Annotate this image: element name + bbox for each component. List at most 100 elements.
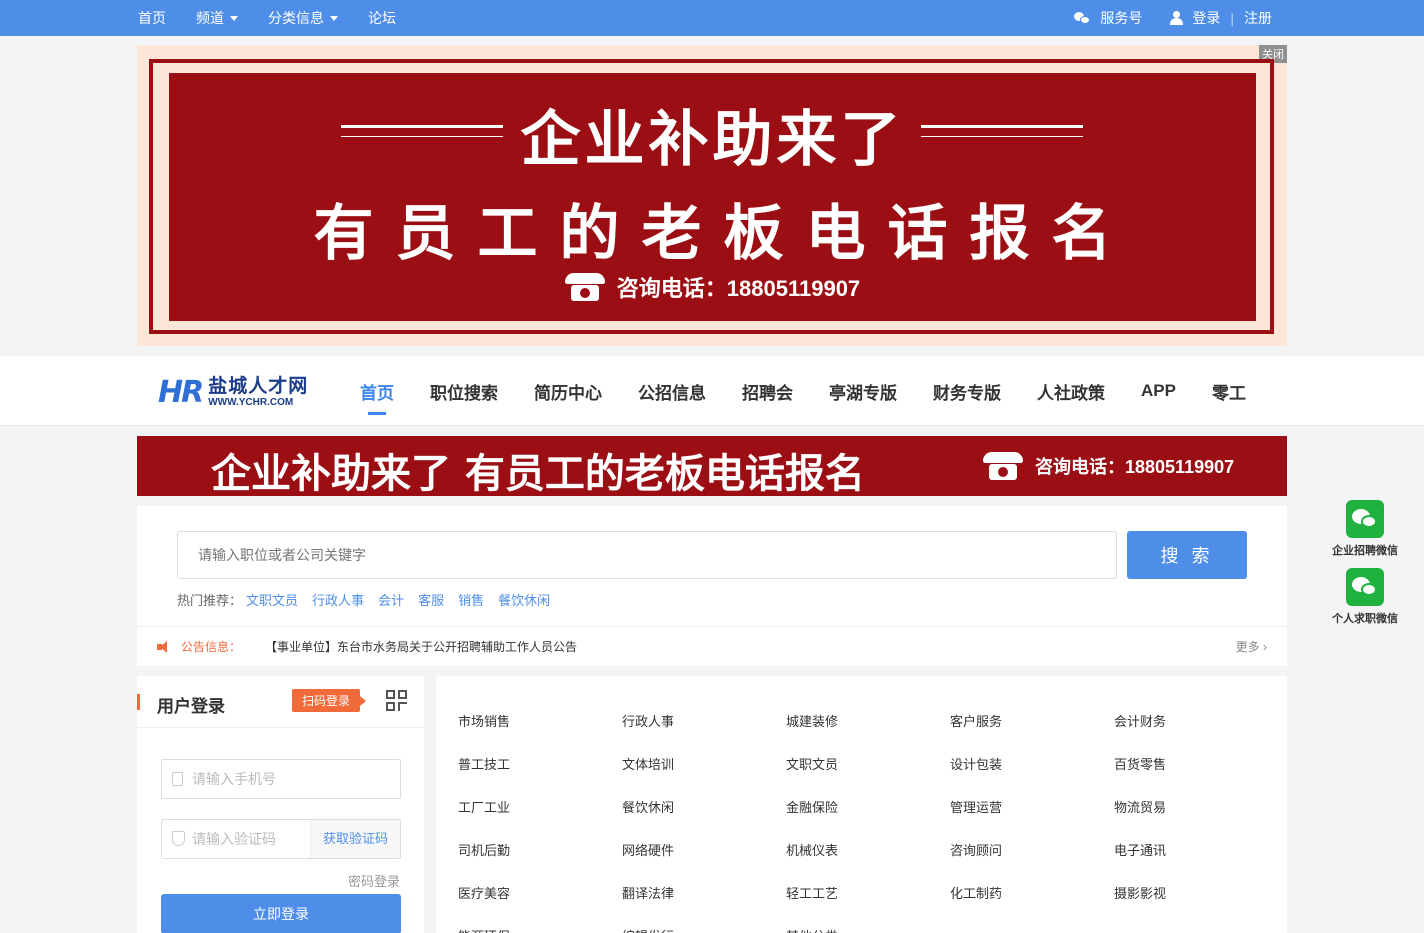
code-field[interactable]: 请输入验证码 获取验证码 <box>161 819 401 859</box>
register-link[interactable]: 注册 <box>1244 8 1272 28</box>
telephone-icon <box>564 273 605 301</box>
nav-finance[interactable]: 财务专版 <box>933 379 1001 404</box>
top-nav-classifieds-label: 分类信息 <box>268 10 324 26</box>
category-item[interactable]: 行政人事 <box>622 712 786 731</box>
job-categories: 市场销售 行政人事 城建装修 客户服务 会计财务普工技工 文体培训 文职文员 设计包装 百货零售… <box>436 676 1287 933</box>
category-item[interactable]: 机械仪表 <box>786 841 950 860</box>
category-item[interactable]: 管理运营 <box>950 798 1114 817</box>
hot-keyword[interactable]: 行政人事 <box>312 590 364 609</box>
login-panel: 用户登录 扫码登录 请输入手机号 请输入验证码 获取验证码 密码登录 立即登录 <box>137 676 424 933</box>
search-panel: 搜 索 热门推荐： 文职文员 行政人事 会计 客服 销售 餐饮休闲 公告信息： … <box>137 506 1287 666</box>
banner-phone: 咨询电话：18805119907 <box>169 271 1256 303</box>
qr-login-tag[interactable]: 扫码登录 <box>292 689 367 712</box>
notice-message[interactable]: 【事业单位】东台市水务局关于公开招聘辅助工作人员公告 <box>265 638 577 655</box>
hot-keyword[interactable]: 文职文员 <box>246 590 298 609</box>
category-item[interactable]: 咨询顾问 <box>950 841 1114 860</box>
top-nav-forum[interactable]: 论坛 <box>368 8 396 28</box>
logo-en: WWW.YCHR.COM <box>208 396 294 408</box>
banner-title: 企业补助来了 <box>520 105 905 175</box>
main-nav: HR 盐城人才网 WWW.YCHR.COM 首页 职位搜索 简历中心 公招信息 … <box>0 356 1424 426</box>
logo-cn: 盐城人才网 <box>208 375 309 397</box>
category-item[interactable]: 餐饮休闲 <box>622 798 786 817</box>
nav-job-search[interactable]: 职位搜索 <box>430 379 498 404</box>
category-item[interactable]: 市场销售 <box>458 712 622 731</box>
category-item[interactable]: 翻译法律 <box>622 884 786 903</box>
notice-label: 公告信息： <box>181 640 242 654</box>
telephone-icon <box>983 452 1023 480</box>
login-link[interactable]: 登录 <box>1192 8 1220 28</box>
phone-field[interactable]: 请输入手机号 <box>161 759 401 799</box>
promo-strip[interactable]: 企业补助来了 有员工的老板电话报名 咨询电话：18805119907 <box>137 436 1287 497</box>
site-logo[interactable]: HR 盐城人才网 WWW.YCHR.COM <box>158 374 308 410</box>
wechat-icon <box>1346 568 1384 606</box>
more-link[interactable]: 更多 › <box>1236 638 1267 655</box>
banner-inner: 企业补助来了 有员工的老板电话报名 咨询电话：18805119907 <box>169 73 1256 321</box>
floating-sidebar: 企业招聘微信 个人求职微信 <box>1330 500 1400 636</box>
top-bar: 首页 频道 分类信息 论坛 服务号 登录 | 注册 <box>0 0 1424 36</box>
personal-wechat[interactable]: 个人求职微信 <box>1330 568 1400 626</box>
logo-mark: HR <box>158 374 204 410</box>
top-nav: 首页 频道 分类信息 论坛 <box>138 0 396 36</box>
category-item[interactable]: 其他分类 <box>786 927 950 933</box>
category-item[interactable]: 文职文员 <box>786 755 950 774</box>
category-item[interactable]: 物流贸易 <box>1114 798 1278 817</box>
hot-keyword[interactable]: 餐饮休闲 <box>498 590 550 609</box>
top-nav-channel-label: 频道 <box>196 10 224 26</box>
hot-keyword[interactable]: 会计 <box>378 590 404 609</box>
nav-tinghu[interactable]: 亭湖专版 <box>829 379 897 404</box>
search-button[interactable]: 搜 索 <box>1127 531 1247 579</box>
nav-resume-center[interactable]: 简历中心 <box>534 379 602 404</box>
promo-banner[interactable]: 关闭 企业补助来了 有员工的老板电话报名 咨询电话：18805119907 <box>137 45 1287 346</box>
main-nav-items: 首页 职位搜索 简历中心 公招信息 招聘会 亭湖专版 财务专版 人社政策 APP… <box>360 356 1246 426</box>
category-item[interactable]: 设计包装 <box>950 755 1114 774</box>
qr-code-icon[interactable] <box>386 690 408 712</box>
logo-text: 盐城人才网 WWW.YCHR.COM <box>208 377 308 408</box>
nav-app[interactable]: APP <box>1141 381 1176 401</box>
category-item[interactable]: 医疗美容 <box>458 884 622 903</box>
company-wechat[interactable]: 企业招聘微信 <box>1330 500 1400 558</box>
top-nav-home[interactable]: 首页 <box>138 8 166 28</box>
chevron-down-icon <box>230 15 238 21</box>
hot-keyword[interactable]: 客服 <box>418 590 444 609</box>
chevron-down-icon <box>330 15 338 21</box>
nav-policy[interactable]: 人社政策 <box>1037 379 1105 404</box>
category-item[interactable]: 金融保险 <box>786 798 950 817</box>
category-item[interactable]: 摄影影视 <box>1114 884 1278 903</box>
get-code-button[interactable]: 获取验证码 <box>310 820 400 858</box>
mobile-phone-icon <box>172 772 183 786</box>
top-nav-channel[interactable]: 频道 <box>196 8 238 28</box>
hot-keyword[interactable]: 销售 <box>458 590 484 609</box>
category-item[interactable]: 司机后勤 <box>458 841 622 860</box>
personal-wechat-label: 个人求职微信 <box>1332 613 1398 625</box>
category-item[interactable]: 化工制药 <box>950 884 1114 903</box>
banner-subtitle: 有员工的老板电话报名 <box>313 199 1134 269</box>
nav-home[interactable]: 首页 <box>360 379 394 415</box>
service-account-link[interactable]: 服务号 <box>1100 8 1142 28</box>
category-item[interactable]: 电子通讯 <box>1114 841 1278 860</box>
top-nav-classifieds[interactable]: 分类信息 <box>268 8 338 28</box>
company-wechat-label: 企业招聘微信 <box>1332 545 1398 557</box>
category-item[interactable]: 文体培训 <box>622 755 786 774</box>
nav-gig[interactable]: 零工 <box>1212 379 1246 404</box>
category-item[interactable]: 工厂工业 <box>458 798 622 817</box>
category-item[interactable]: 网络硬件 <box>622 841 786 860</box>
category-item[interactable]: 城建装修 <box>786 712 950 731</box>
search-input[interactable] <box>177 531 1117 579</box>
category-item[interactable]: 会计财务 <box>1114 712 1278 731</box>
category-item[interactable]: 轻工工艺 <box>786 884 950 903</box>
nav-public-recruitment[interactable]: 公招信息 <box>638 379 706 404</box>
password-login-link[interactable]: 密码登录 <box>348 871 400 890</box>
speaker-icon <box>157 640 171 653</box>
login-button[interactable]: 立即登录 <box>161 894 401 933</box>
category-item[interactable]: 客户服务 <box>950 712 1114 731</box>
category-item[interactable]: 能源环保 <box>458 927 622 933</box>
category-grid: 市场销售 行政人事 城建装修 客户服务 会计财务普工技工 文体培训 文职文员 设计包装 百货零售… <box>458 712 1278 933</box>
nav-job-fair[interactable]: 招聘会 <box>742 379 793 404</box>
login-title: 用户登录 <box>157 697 225 716</box>
banner-phone-text: 咨询电话：18805119907 <box>616 276 861 301</box>
phone-placeholder: 请输入手机号 <box>192 771 276 787</box>
category-item[interactable]: 普工技工 <box>458 755 622 774</box>
category-item[interactable]: 编辑发行 <box>622 927 786 933</box>
category-item[interactable]: 百货零售 <box>1114 755 1278 774</box>
notice-bar: 公告信息： 【事业单位】东台市水务局关于公开招聘辅助工作人员公告 更多 › <box>137 626 1287 666</box>
